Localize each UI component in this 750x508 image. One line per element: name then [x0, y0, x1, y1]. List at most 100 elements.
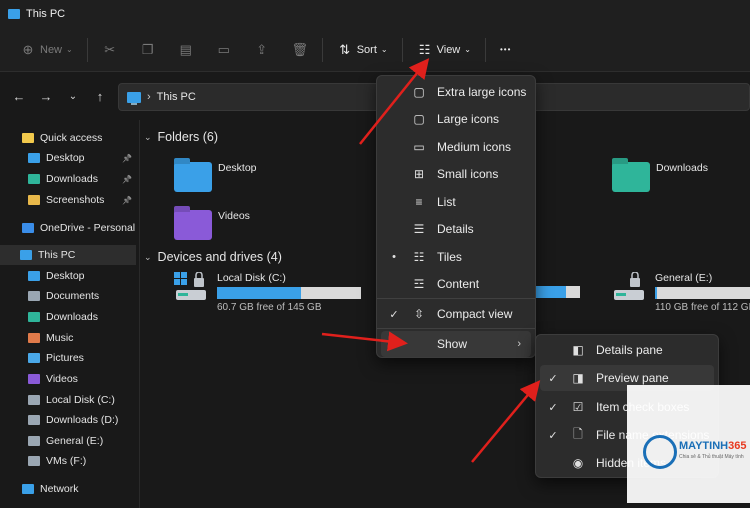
folders-section-header[interactable]: ⌄ Folders (6) [144, 130, 218, 144]
radio-dot-icon: • [392, 251, 396, 263]
sidebar-item-icon [28, 395, 40, 405]
view-menu-item[interactable]: ▢ Extra large icons [381, 79, 531, 105]
view-menu-item[interactable]: • ☷ Tiles [381, 244, 531, 270]
share-button[interactable]: ⇪ [248, 35, 276, 65]
arrow-left-icon: ← [12, 88, 26, 104]
sidebar-item[interactable]: Videos [0, 369, 136, 389]
view-menu-item-label: Large icons [437, 112, 500, 126]
folder-desktop-icon [174, 162, 212, 192]
checkbox-icon: ☑ [572, 400, 584, 414]
watermark: MAYTINH365 Chia sẻ & Thủ thuật Máy tính [627, 385, 750, 503]
view-menu-item[interactable]: ≡ List [381, 189, 531, 215]
checkmark-icon: ✓ [548, 401, 558, 414]
copy-button[interactable]: ❐ [134, 35, 162, 65]
folder-item[interactable]: Desktop [174, 162, 257, 192]
content-icon: ☲ [413, 277, 425, 291]
view-menu-item[interactable]: ✓ ⇳ Compact view [381, 301, 531, 327]
sidebar-item-label: Pictures [46, 352, 84, 364]
sidebar-item-icon [28, 456, 40, 466]
sidebar-item[interactable]: Desktop 📌 [0, 148, 136, 168]
view-menu-item-label: Medium icons [437, 140, 512, 154]
view-menu-item[interactable]: ▢ Large icons [381, 106, 531, 132]
toolbar-divider [321, 37, 323, 62]
forward-button[interactable]: → [35, 85, 57, 107]
drives-section-header[interactable]: ⌄ Devices and drives (4) [144, 250, 282, 264]
window-title: This PC [26, 8, 66, 20]
chevron-down-icon: ⌄ [464, 45, 471, 54]
folder-label: Desktop [218, 162, 257, 174]
drive-usage-fill [217, 287, 301, 299]
show-menu-item[interactable]: ◧ Details pane [540, 337, 714, 363]
sidebar-item[interactable]: Desktop [0, 266, 136, 286]
sidebar-item-label: Downloads [46, 311, 98, 323]
sidebar-item-icon [22, 223, 34, 233]
maytinh365-logo-icon [643, 435, 677, 469]
preview-pane-icon: ◨ [572, 371, 584, 385]
sort-button[interactable]: ⇅ Sort ⌄ [331, 35, 394, 65]
show-menu-item-label: Preview pane [596, 371, 669, 385]
scissors-icon: ✂ [104, 41, 116, 57]
view-menu-item[interactable]: Show › [381, 331, 531, 357]
sidebar-item[interactable]: Pictures [0, 348, 136, 368]
sidebar-item-label: Downloads (D:) [46, 414, 119, 426]
folder-item[interactable]: Downloads [612, 162, 708, 192]
more-options-button[interactable]: ••• [494, 35, 517, 65]
view-menu-item[interactable]: ⊞ Small icons [381, 161, 531, 187]
paste-button[interactable]: ▤ [172, 35, 200, 65]
clipboard-icon: ▤ [179, 41, 192, 57]
sidebar-item[interactable]: Local Disk (C:) [0, 390, 136, 410]
sidebar-item-icon [28, 353, 40, 363]
sidebar-item[interactable]: Network [0, 479, 136, 499]
ellipsis-icon: ••• [499, 45, 512, 54]
sidebar-item[interactable]: Downloads (D:) [0, 410, 136, 430]
sidebar-item[interactable]: Downloads 📌 [0, 169, 136, 189]
view-menu-item[interactable]: ▭ Medium icons [381, 134, 531, 160]
recent-locations-button[interactable]: ⌄ [62, 85, 84, 107]
view-label: View [436, 43, 461, 56]
cut-button[interactable]: ✂ [96, 35, 124, 65]
sidebar-item[interactable]: Quick access [0, 128, 136, 148]
new-button[interactable]: ⊕ New ⌄ [14, 35, 79, 65]
sort-icon: ⇅ [339, 41, 351, 57]
sidebar-item-icon [28, 415, 40, 425]
chevron-down-icon: ⌄ [380, 45, 388, 54]
sidebar-item[interactable]: Screenshots 📌 [0, 190, 136, 210]
view-button[interactable]: ☷ View ⌄ [411, 35, 477, 65]
pin-icon: 📌 [122, 153, 132, 163]
sidebar-item-label: Network [40, 483, 79, 495]
folder-item[interactable]: Videos [174, 210, 250, 240]
view-menu: ▢ Extra large icons ▢ Large icons ▭ Medium ic… [376, 75, 536, 358]
sidebar-item[interactable]: General (E:) [0, 431, 136, 451]
view-menu-item-label: Details [437, 222, 474, 236]
sidebar-item-icon [28, 153, 40, 163]
sort-label: Sort [356, 43, 377, 56]
checkmark-icon: ✓ [548, 429, 558, 442]
folder-videos-icon [174, 210, 212, 240]
sidebar-item-label: VMs (F:) [46, 455, 87, 467]
view-menu-item[interactable]: ☲ Content [381, 271, 531, 297]
arrow-up-icon: ↑ [96, 88, 104, 104]
sidebar-item[interactable]: Documents [0, 286, 136, 306]
watermark-tagline: Chia sẻ & Thủ thuật Máy tính [679, 454, 744, 460]
delete-button[interactable]: 🗑 [286, 35, 314, 65]
chevron-down-icon: ⌄ [68, 90, 78, 102]
sidebar-item[interactable]: Music [0, 328, 136, 348]
sidebar-item[interactable]: This PC [0, 245, 136, 265]
sidebar-item[interactable]: OneDrive - Personal [0, 218, 136, 238]
sidebar-item-label: Videos [46, 373, 78, 385]
navigation-bar: ← → ⌄ ↑ › This PC [0, 72, 750, 120]
view-menu-item[interactable]: ☰ Details [381, 216, 531, 242]
rename-button[interactable]: ▭ [210, 35, 238, 65]
square-outline-icon: ▢ [413, 112, 425, 126]
plus-circle-icon: ⊕ [22, 41, 34, 57]
up-button[interactable]: ↑ [89, 85, 111, 107]
show-menu-item-label: Details pane [596, 343, 663, 357]
sidebar-item-icon [22, 484, 34, 494]
sidebar-item[interactable]: VMs (F:) [0, 451, 136, 471]
sidebar-item[interactable]: Downloads [0, 307, 136, 327]
sidebar-item-label: Music [46, 332, 74, 344]
view-menu-item-label: Small icons [437, 167, 499, 181]
folder-label: Videos [218, 210, 250, 222]
sidebar-item-label: Downloads [46, 173, 98, 185]
back-button[interactable]: ← [8, 85, 30, 107]
